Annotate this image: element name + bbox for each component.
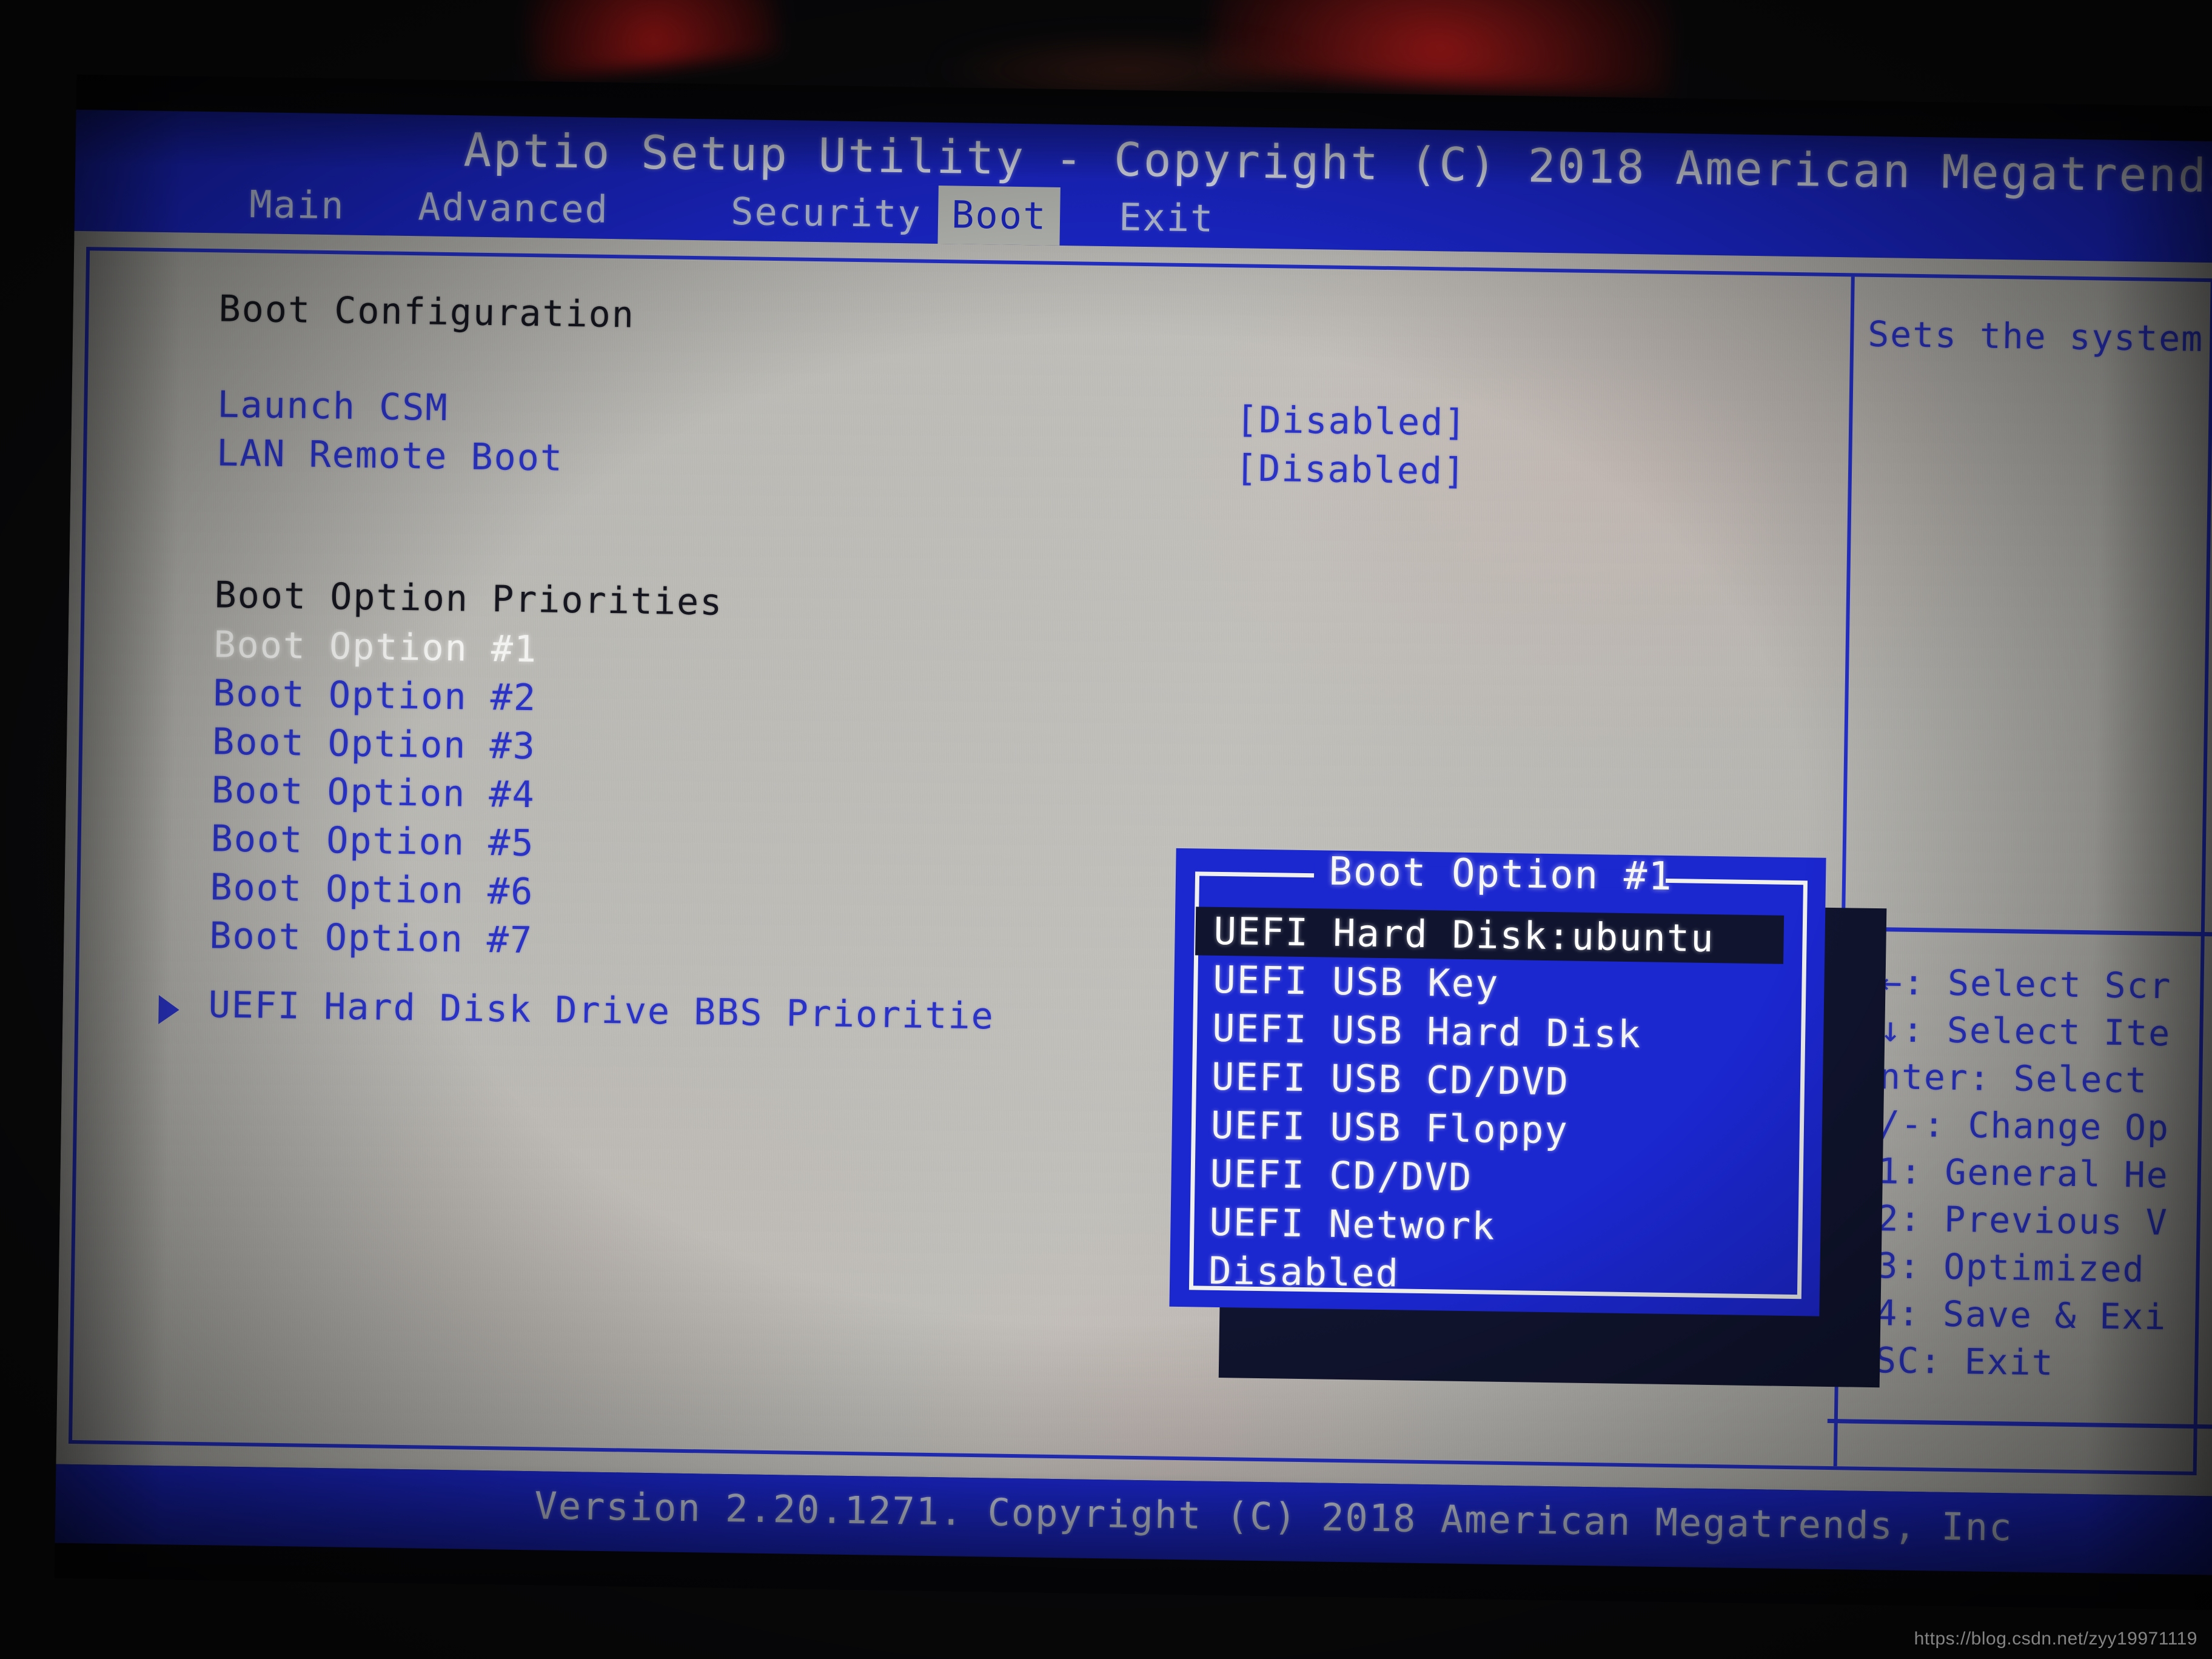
help-legend-optimized-defaults: F3: Optimized	[1854, 1244, 2146, 1290]
setting-value-lan-remote-boot[interactable]: [Disabled]	[1235, 447, 1466, 493]
tab-security[interactable]: Security	[717, 183, 935, 244]
boot-option-row-4[interactable]: Boot Option #4	[211, 769, 535, 816]
dialog-option-uefi-hard-disk-ubuntu[interactable]: UEFI Hard Disk:ubuntu	[1195, 907, 1785, 964]
content-body: Boot Configuration Launch CSM [Disabled]…	[56, 230, 2212, 1496]
help-legend-select-screen: →←: Select Scr	[1858, 960, 2172, 1007]
tab-boot[interactable]: Boot	[937, 185, 1061, 246]
help-legend-enter-select: Enter: Select	[1856, 1055, 2148, 1101]
setting-label-launch-csm[interactable]: Launch CSM	[217, 383, 449, 429]
dialog-option-uefi-network[interactable]: UEFI Network	[1195, 1198, 1799, 1255]
boot-option-row-7[interactable]: Boot Option #7	[209, 914, 534, 962]
boot-option-row-2[interactable]: Boot Option #2	[213, 672, 537, 719]
boot-option-row-3[interactable]: Boot Option #3	[212, 720, 537, 768]
help-legend-change-option: +/-: Change Op	[1855, 1102, 2170, 1149]
help-legend-save-and-exit: F4: Save & Exi	[1852, 1292, 2167, 1338]
monitor-screen-area: Aptio Setup Utility - Copyright (C) 2018…	[54, 74, 2212, 1610]
help-legend-esc-exit: ESC: Exit	[1852, 1339, 2055, 1384]
blog-watermark: https://blog.csdn.net/zyy19971119	[1914, 1629, 2197, 1649]
dialog-option-uefi-usb-floppy[interactable]: UEFI USB Floppy	[1196, 1101, 1800, 1158]
tab-exit[interactable]: Exit	[1105, 188, 1228, 248]
photo-of-monitor: Aptio Setup Utility - Copyright (C) 2018…	[0, 0, 2212, 1659]
boot-option-1-dialog[interactable]: Boot Option #1 UEFI Hard Disk:ubuntu UEF…	[1169, 848, 1826, 1316]
version-text: Version 2.20.1271. Copyright (C) 2018 Am…	[534, 1483, 2014, 1550]
dialog-option-disabled[interactable]: Disabled	[1194, 1246, 1798, 1304]
submenu-triangle-icon	[158, 995, 179, 1025]
dialog-option-uefi-cd-dvd[interactable]: UEFI CD/DVD	[1195, 1149, 1800, 1207]
help-description: Sets the system	[1867, 313, 2204, 360]
boot-option-row-1[interactable]: Boot Option #1	[213, 623, 538, 671]
help-legend-select-item: ↑↓: Select Ite	[1857, 1008, 2171, 1054]
boot-option-row-5[interactable]: Boot Option #5	[210, 817, 535, 865]
dialog-option-uefi-usb-cd-dvd[interactable]: UEFI USB CD/DVD	[1197, 1052, 1801, 1110]
setting-value-launch-csm[interactable]: [Disabled]	[1236, 398, 1467, 444]
boot-option-row-6[interactable]: Boot Option #6	[210, 866, 534, 913]
help-legend-previous-values: F2: Previous V	[1854, 1197, 2169, 1244]
help-legend-general-help: F1: General He	[1855, 1150, 2170, 1196]
dialog-option-list: UEFI Hard Disk:ubuntu UEFI USB Key UEFI …	[1194, 907, 1803, 1304]
tab-main[interactable]: Main	[236, 175, 359, 235]
setting-label-lan-remote-boot[interactable]: LAN Remote Boot	[216, 432, 564, 479]
tab-advanced[interactable]: Advanced	[404, 178, 623, 239]
red-reflection-left	[515, 0, 783, 80]
section-heading-boot-configuration: Boot Configuration	[218, 287, 635, 337]
bios-screen: Aptio Setup Utility - Copyright (C) 2018…	[54, 74, 2212, 1610]
section-heading-boot-option-priorities: Boot Option Priorities	[214, 574, 723, 624]
dialog-option-uefi-usb-key[interactable]: UEFI USB Key	[1198, 955, 1803, 1013]
dialog-option-uefi-usb-hard-disk[interactable]: UEFI USB Hard Disk	[1198, 1004, 1802, 1061]
